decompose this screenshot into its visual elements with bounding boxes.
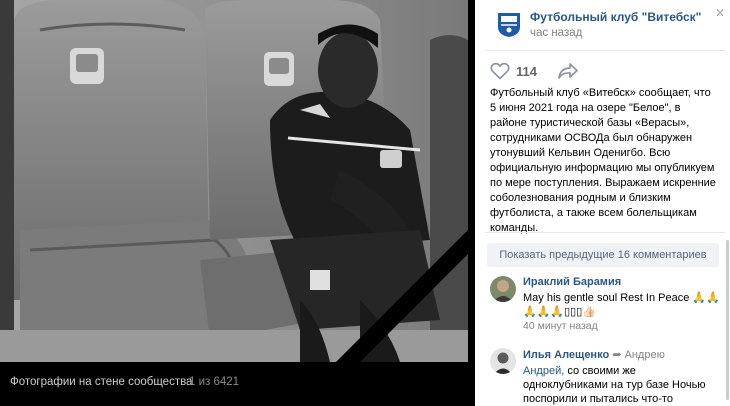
wall-photo[interactable]	[0, 0, 468, 362]
comment-header: Илья Алещенко ➦ Андрею	[523, 348, 720, 361]
comment-text-block: Андрей, со своими же одноклубниками на т…	[523, 364, 720, 406]
avatar[interactable]	[490, 348, 516, 374]
like-button[interactable]: 114	[490, 62, 537, 80]
comment-time[interactable]: 40 минут назад	[523, 320, 720, 332]
comment-author[interactable]: Ираклий Барамия	[523, 276, 720, 288]
album-caption-link[interactable]: Фотографии на стене сообщества	[10, 376, 192, 388]
post-actions: 114	[490, 58, 720, 88]
comment-body: Ираклий Барамия May his gentle soul Rest…	[523, 276, 720, 332]
avatar-image	[490, 276, 516, 302]
post-panel: Футбольный клуб "Витебск" час назад ✕ 11…	[475, 0, 730, 406]
viewer-footer: Фотографии на стене сообщества 1 из 6421	[0, 362, 475, 406]
share-button[interactable]	[557, 62, 579, 83]
divider	[485, 50, 725, 51]
group-logo-icon	[498, 13, 520, 37]
divider	[485, 232, 725, 233]
avatar[interactable]	[490, 276, 516, 302]
post-time[interactable]: час назад	[530, 27, 582, 39]
post-header: Футбольный клуб "Витебск" час назад ✕	[475, 0, 730, 50]
photo-viewer: Фотографии на стене сообщества 1 из 6421	[0, 0, 475, 406]
show-previous-comments-button[interactable]: Показать предыдущие 16 комментариев	[487, 243, 719, 267]
scrollbar[interactable]	[726, 240, 729, 400]
avatar-image	[490, 348, 516, 374]
reply-arrow-icon: ➦	[612, 349, 622, 361]
close-icon[interactable]: ✕	[711, 4, 729, 22]
group-avatar[interactable]	[493, 8, 525, 40]
photo-counter: 1 из 6421	[189, 376, 240, 388]
share-icon	[558, 63, 578, 79]
group-name-link[interactable]: Футбольный клуб "Витебск"	[530, 10, 701, 24]
like-count: 114	[516, 63, 537, 79]
comment-author[interactable]: Илья Алещенко	[523, 349, 609, 361]
photo-image	[0, 0, 468, 362]
reply-to-name[interactable]: Андрею	[625, 349, 665, 361]
comment-text: May his gentle soul Rest In Peace 🙏🙏 🙏🙏🙏…	[523, 292, 720, 318]
heart-icon	[490, 62, 510, 80]
comment-mention[interactable]: Андрей,	[523, 365, 564, 377]
comment-body: Илья Алещенко ➦ Андрею Андрей, со своими…	[523, 348, 720, 406]
post-text: Футбольный клуб «Витебск» сообщает, что …	[490, 87, 716, 234]
